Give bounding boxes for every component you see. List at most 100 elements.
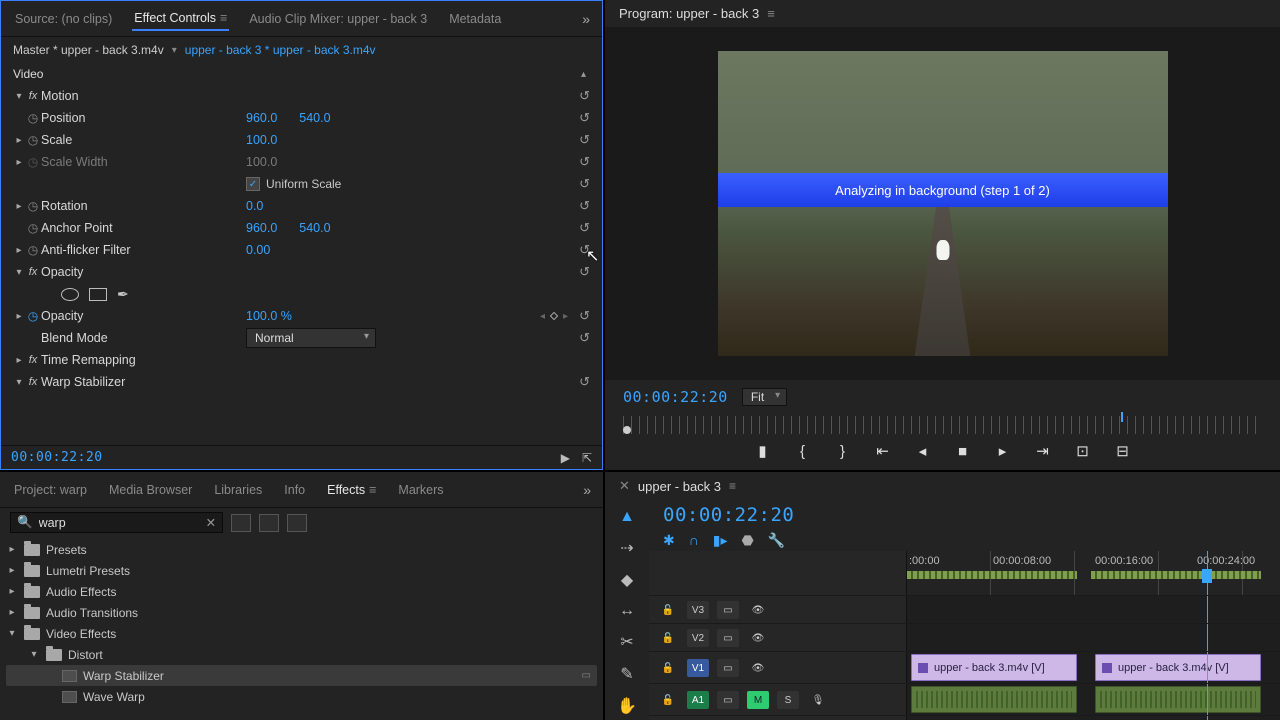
track-select-icon[interactable]: ⇢ [620,538,633,558]
zoom-fit-select[interactable]: Fit [742,388,787,406]
value[interactable]: 0.0 [246,199,263,213]
track-label[interactable]: V3 [687,601,709,619]
reset-icon[interactable]: ↺ [574,308,594,324]
stopwatch-icon[interactable]: ◷ [25,133,41,147]
disclose-icon[interactable]: ▸ [13,311,25,322]
reset-icon[interactable]: ↺ [574,176,594,192]
go-to-out-icon[interactable]: ⇥ [1034,442,1052,460]
toggle-sync-icon[interactable]: ▭ [717,629,739,647]
program-scrubber[interactable] [623,416,1262,434]
tab-metadata[interactable]: Metadata [447,8,503,30]
value-y[interactable]: 540.0 [299,111,330,125]
toggle-sync-icon[interactable]: ▭ [717,691,739,709]
collapse-icon[interactable]: ▴ [581,69,594,80]
tab-libraries[interactable]: Libraries [212,479,264,501]
value-y[interactable]: 540.0 [299,221,330,235]
reset-icon[interactable]: ↺ [574,198,594,214]
linked-sel-icon[interactable]: ∩ [689,532,699,549]
tab-markers[interactable]: Markers [396,479,445,501]
marker-add-icon[interactable]: ▮▸ [713,532,728,549]
mute-button[interactable]: M [747,691,769,709]
clear-search-icon[interactable]: ✕ [206,515,216,530]
selection-tool-icon[interactable]: ▲ [619,508,635,526]
mark-out-bracket-icon[interactable]: } [834,443,852,460]
instance-clip-label[interactable]: upper - back 3 * upper - back 3.m4v [185,43,376,57]
time-remapping-effect[interactable]: ▸ fx Time Remapping [13,349,594,371]
slip-tool-icon[interactable]: ✎ [620,664,633,684]
tab-effects[interactable]: Effects≡ [325,479,378,501]
video-preview[interactable]: Analyzing in background (step 1 of 2) [718,51,1168,356]
mic-icon[interactable]: 🎙 [807,691,829,709]
track-lane[interactable] [907,684,1280,715]
fx-badge-icon[interactable]: fx [25,354,41,366]
track-lane[interactable] [907,596,1280,623]
fx-badge-icon[interactable]: fx [25,90,41,102]
lock-icon[interactable]: 🔓 [657,659,679,677]
close-sequence-icon[interactable]: ✕ [619,478,630,494]
disclose-icon[interactable]: ▸ [13,245,25,256]
stop-button[interactable]: ■ [954,443,972,460]
viewer-area[interactable]: Analyzing in background (step 1 of 2) [605,27,1280,380]
eye-icon[interactable]: 👁 [747,629,769,647]
tree-item-distort[interactable]: ▾Distort [6,644,597,665]
disclose-icon[interactable]: ▸ [13,201,25,212]
keyframe-nav[interactable]: ◂ ▸ [540,311,568,322]
video-clip[interactable]: upper - back 3.m4v [V] [1095,654,1261,681]
value[interactable]: 0.00 [246,243,270,257]
tab-source[interactable]: Source: (no clips) [13,8,114,30]
motion-effect[interactable]: ▾ fx Motion ↺ [13,85,594,107]
stopwatch-icon[interactable]: ◷ [25,243,41,257]
solo-button[interactable]: S [777,691,799,709]
master-clip-label[interactable]: Master * upper - back 3.m4v [13,43,164,57]
tree-item-warp-stabilizer[interactable]: ▸Warp Stabilizer▭ [6,665,597,686]
settings-icon[interactable]: 🔧 [768,532,785,549]
razor-tool-icon[interactable]: ✂ [620,632,633,652]
lock-icon[interactable]: 🔓 [657,691,679,709]
snap-icon[interactable]: ✱ [663,532,675,549]
tree-item-video-fx[interactable]: ▾Video Effects [6,623,597,644]
lock-icon[interactable]: 🔓 [657,601,679,619]
tab-info[interactable]: Info [282,479,307,501]
tree-item-wave-warp[interactable]: ▸Wave Warp [6,686,597,707]
track-lane[interactable]: upper - back 3.m4v [V] upper - back 3.m4… [907,652,1280,683]
value[interactable]: 100.0 [246,133,277,147]
audio-clip[interactable] [911,686,1077,713]
menu-icon[interactable]: ≡ [729,479,736,493]
track-label[interactable]: A1 [687,691,709,709]
play-only-icon[interactable]: ▶︎ [561,451,570,465]
menu-icon[interactable]: ≡ [369,483,376,497]
search-input[interactable] [39,516,200,530]
disclose-icon[interactable]: ▸ [13,135,25,146]
tree-item-audio-tr[interactable]: ▸Audio Transitions [6,602,597,623]
rate-stretch-icon[interactable]: ↔ [619,602,635,620]
lock-icon[interactable]: 🔓 [657,629,679,647]
value-x[interactable]: 960.0 [246,221,277,235]
search-box[interactable]: 🔍 ✕ [10,512,223,533]
sequence-name[interactable]: upper - back 3 [638,479,721,494]
filter-icon-2[interactable] [259,514,279,532]
timeline-timecode[interactable]: 00:00:22:20 [663,504,794,526]
stopwatch-icon[interactable]: ◷ [25,309,41,323]
audio-clip[interactable] [1095,686,1261,713]
extract-icon[interactable]: ⊟ [1114,442,1132,460]
tree-item-presets[interactable]: ▸Presets [6,539,597,560]
marker-icon[interactable]: ⬣ [742,532,754,549]
disclose-icon[interactable]: ▾ [13,91,25,102]
disclose-icon[interactable]: ▸ [13,157,25,168]
fx-badge-icon[interactable]: fx [25,266,41,278]
chevron-down-icon[interactable]: ▾ [172,45,177,56]
filter-icon-3[interactable] [287,514,307,532]
ripple-edit-icon[interactable]: ◆ [621,570,633,590]
playhead-icon[interactable] [1121,412,1123,422]
disclose-icon[interactable]: ▸ [13,355,25,366]
toggle-sync-icon[interactable]: ▭ [717,601,739,619]
stopwatch-icon[interactable]: ◷ [25,221,41,235]
menu-icon[interactable]: ≡ [220,11,227,25]
disclose-icon[interactable]: ▾ [13,267,25,278]
stopwatch-icon[interactable]: ◷ [25,111,41,125]
ec-timecode[interactable]: 00:00:22:20 [11,450,103,465]
value[interactable]: 100.0 % [246,309,292,323]
pen-mask-icon[interactable]: ✒ [117,286,129,303]
time-ruler[interactable]: :00:00 00:00:08:00 00:00:16:00 00:00:24:… [907,551,1280,595]
stopwatch-icon[interactable]: ◷ [25,199,41,213]
